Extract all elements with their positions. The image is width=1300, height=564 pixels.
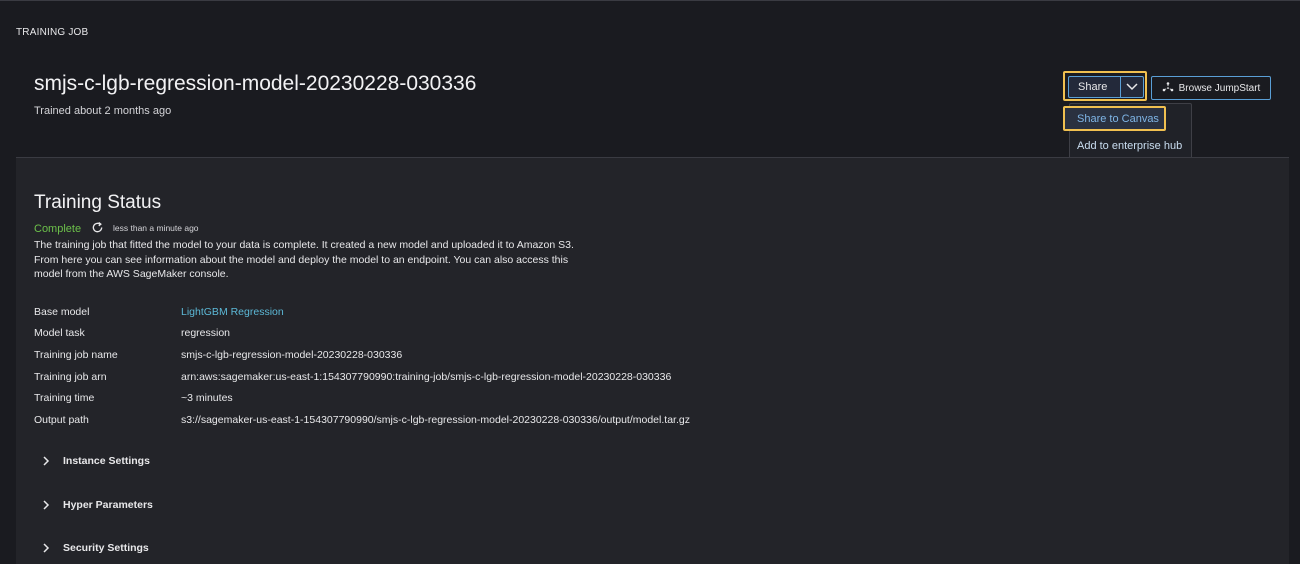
menu-item-share-to-canvas[interactable]: Share to Canvas bbox=[1063, 106, 1166, 131]
share-button[interactable]: Share bbox=[1068, 76, 1144, 98]
detail-key: Training job name bbox=[34, 349, 118, 361]
share-button-label: Share bbox=[1078, 81, 1108, 93]
expander-instance-settings[interactable]: Instance Settings bbox=[40, 453, 150, 469]
detail-value: ~3 minutes bbox=[181, 392, 233, 404]
status-description: The training job that fitted the model t… bbox=[34, 239, 574, 280]
detail-row-model-task: Model task regression bbox=[34, 327, 834, 343]
browse-jumpstart-button[interactable]: Browse JumpStart bbox=[1151, 76, 1271, 100]
menu-item-add-to-enterprise-hub[interactable]: Add to enterprise hub bbox=[1077, 140, 1182, 152]
status-badge: Complete bbox=[34, 223, 82, 235]
trained-subtitle: Trained about 2 months ago bbox=[34, 105, 172, 117]
expander-label: Hyper Parameters bbox=[63, 499, 153, 511]
detail-row-training-time: Training time ~3 minutes bbox=[34, 392, 834, 408]
chevron-down-icon[interactable] bbox=[1121, 83, 1143, 91]
detail-value: arn:aws:sagemaker:us-east-1:154307790990… bbox=[181, 371, 672, 383]
last-updated-text: less than a minute ago bbox=[113, 223, 199, 233]
refresh-icon[interactable] bbox=[91, 221, 104, 234]
chevron-right-icon bbox=[40, 542, 52, 554]
detail-row-training-job-name: Training job name smjs-c-lgb-regression-… bbox=[34, 349, 834, 365]
detail-key: Base model bbox=[34, 306, 90, 318]
detail-row-training-job-arn: Training job arn arn:aws:sagemaker:us-ea… bbox=[34, 371, 834, 387]
chevron-right-icon bbox=[40, 455, 52, 467]
status-heading: Training Status bbox=[34, 192, 162, 213]
training-job-page: TRAINING JOB smjs-c-lgb-regression-model… bbox=[0, 0, 1300, 564]
detail-key: Training time bbox=[34, 392, 95, 404]
top-divider bbox=[0, 0, 1300, 1]
page-title: smjs-c-lgb-regression-model-20230228-030… bbox=[34, 72, 477, 95]
detail-key: Model task bbox=[34, 327, 85, 339]
expander-security-settings[interactable]: Security Settings bbox=[40, 540, 149, 556]
section-label: TRAINING JOB bbox=[16, 27, 89, 38]
chevron-right-icon bbox=[40, 499, 52, 511]
jumpstart-icon bbox=[1162, 81, 1174, 96]
detail-value: regression bbox=[181, 327, 231, 339]
detail-value: smjs-c-lgb-regression-model-20230228-030… bbox=[181, 349, 403, 361]
detail-key: Training job arn bbox=[34, 371, 107, 383]
detail-row-base-model: Base model LightGBM Regression bbox=[34, 306, 834, 322]
base-model-link[interactable]: LightGBM Regression bbox=[181, 306, 284, 318]
detail-row-output-path: Output path s3://sagemaker-us-east-1-154… bbox=[34, 414, 834, 430]
expander-label: Instance Settings bbox=[63, 455, 150, 467]
detail-value: s3://sagemaker-us-east-1-154307790990/sm… bbox=[181, 414, 690, 426]
expander-hyper-parameters[interactable]: Hyper Parameters bbox=[40, 497, 153, 513]
browse-jumpstart-label: Browse JumpStart bbox=[1178, 82, 1261, 94]
expander-label: Security Settings bbox=[63, 542, 149, 554]
detail-key: Output path bbox=[34, 414, 89, 426]
